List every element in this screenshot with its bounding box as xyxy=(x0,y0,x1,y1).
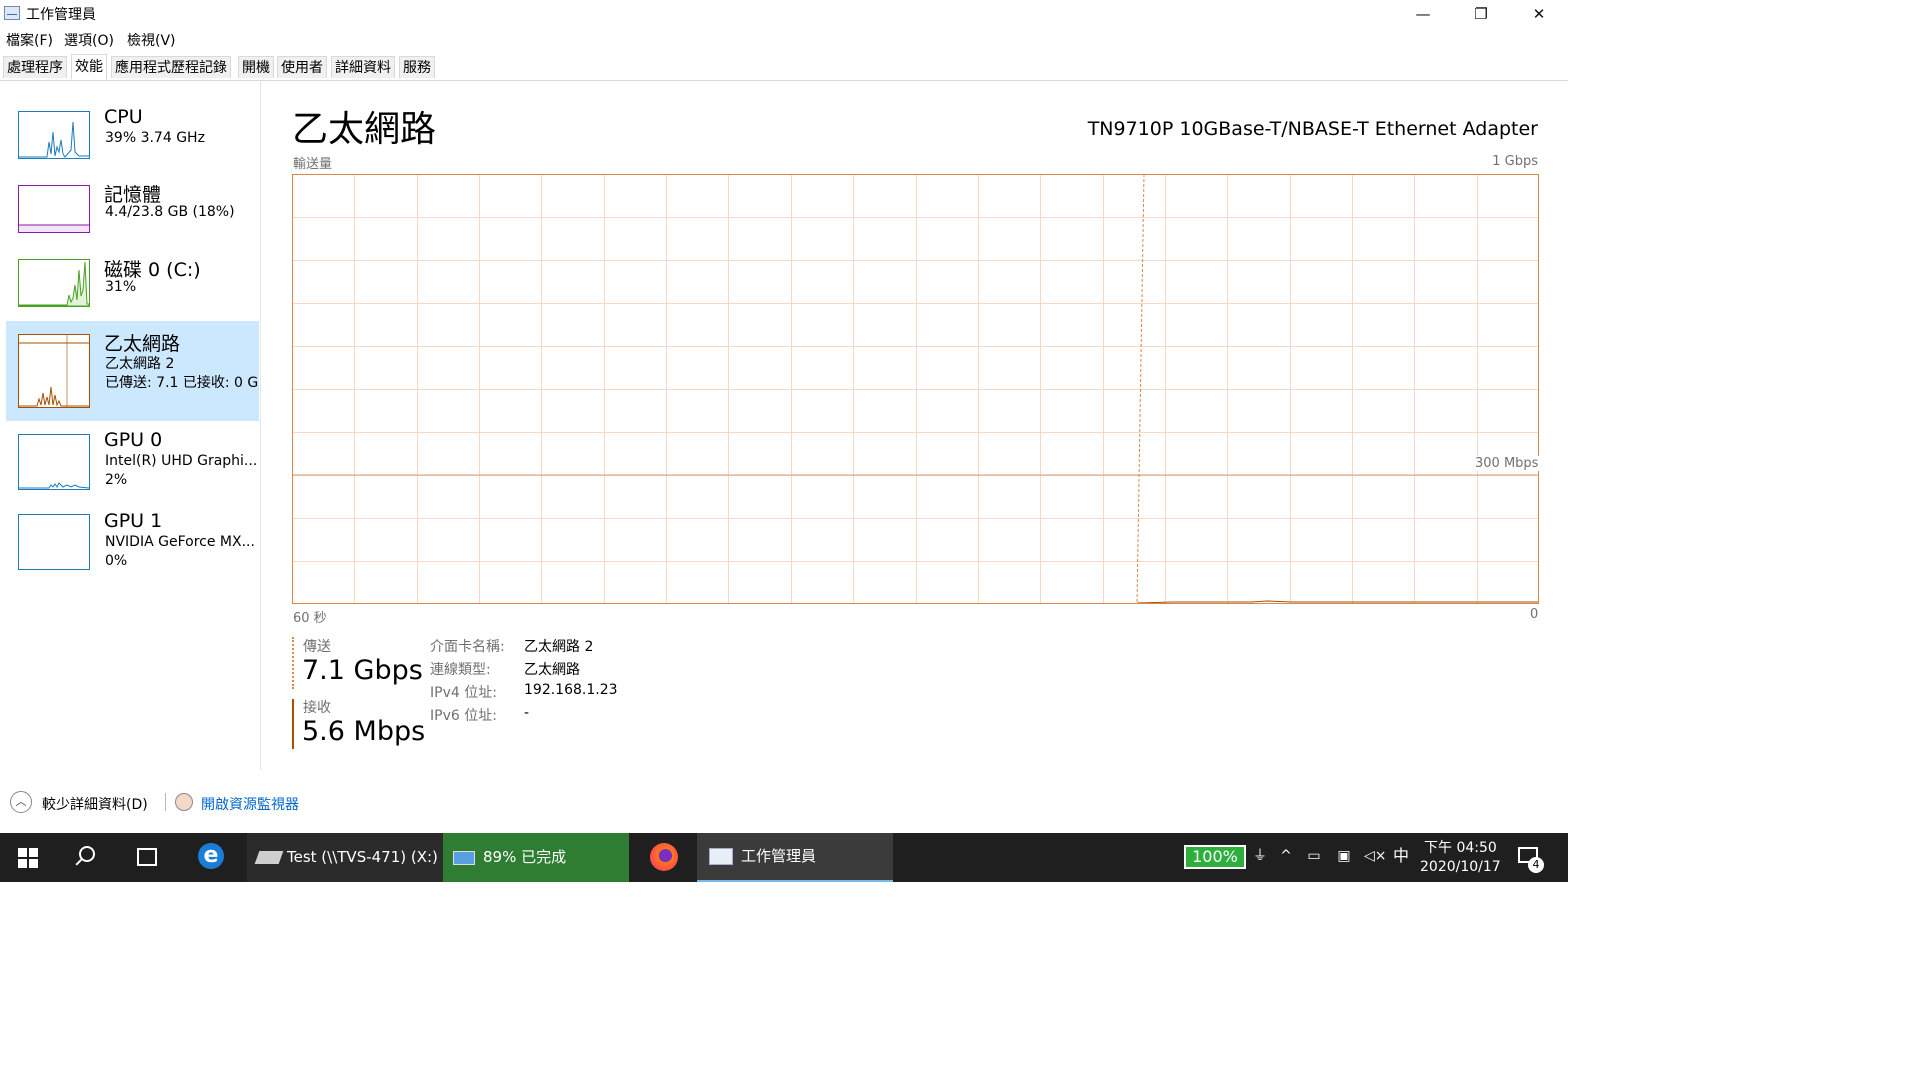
ethernet-traffic-text: 已傳送: 7.1 已接收: 0 G xyxy=(105,375,259,391)
gpu0-usage-text: 2% xyxy=(105,472,128,488)
ethernet-title: 乙太網路 xyxy=(104,333,181,355)
network-drive-icon xyxy=(254,851,284,864)
taskbar-copy-progress[interactable]: 89% 已完成 xyxy=(443,833,609,882)
title-bar xyxy=(0,0,1568,28)
send-legend-bar xyxy=(292,637,294,689)
gpu1-usage-text: 0% xyxy=(105,553,128,569)
search-icon[interactable] xyxy=(79,846,95,862)
resource-monitor-icon xyxy=(175,793,193,811)
tab-bar xyxy=(0,54,1568,81)
file-copy-icon xyxy=(453,851,475,865)
ethernet-adapter-name: 乙太網路 2 xyxy=(105,356,175,372)
menu-options[interactable]: 選項(O) xyxy=(64,30,114,50)
menu-view[interactable]: 檢視(V) xyxy=(127,30,176,50)
prop-connection-type-label: 連線類型: xyxy=(430,662,491,678)
task-manager-taskbar-label: 工作管理員 xyxy=(741,847,817,865)
close-button[interactable]: ✕ xyxy=(1510,0,1568,28)
network-drive-label: Test (\\TVS-471) (X:) xyxy=(287,848,438,866)
send-value: 7.1 Gbps xyxy=(302,655,423,686)
gpu1-thumbnail-graph xyxy=(18,514,90,570)
open-resource-monitor-link[interactable]: 開啟資源監視器 xyxy=(201,794,299,814)
adapter-name: TN9710P 10GBase-T/NBASE-T Ethernet Adapt… xyxy=(1087,118,1538,140)
windows-start-icon[interactable] xyxy=(18,848,38,868)
graph-time-right: 0 xyxy=(1530,607,1539,622)
cpu-thumbnail-graph xyxy=(18,111,90,159)
throughput-label: 輸送量 xyxy=(293,157,333,172)
maximize-button[interactable]: ❐ xyxy=(1452,0,1510,28)
notification-count-badge: 4 xyxy=(1528,857,1544,873)
receive-label: 接收 xyxy=(303,700,331,716)
graph-mid-label: 300 Mbps xyxy=(1474,456,1540,471)
page-title: 乙太網路 xyxy=(292,109,437,150)
task-view-icon[interactable] xyxy=(137,848,157,866)
footer-separator xyxy=(165,793,166,811)
tab-users[interactable]: 使用者 xyxy=(277,56,327,78)
disk-title: 磁碟 0 (C:) xyxy=(104,259,201,281)
clock-date[interactable]: 2020/10/17 xyxy=(1420,859,1501,875)
task-manager-app-icon xyxy=(4,6,20,20)
copy-progress-label: 89% 已完成 xyxy=(483,848,567,866)
cpu-title: CPU xyxy=(104,106,143,128)
disk-usage-text: 31% xyxy=(105,279,137,295)
tab-processes[interactable]: 處理程序 xyxy=(3,56,67,78)
task-manager-taskbar-icon xyxy=(709,848,733,865)
ethernet-thumbnail-graph xyxy=(18,334,90,408)
memory-thumbnail-graph xyxy=(18,185,90,233)
battery-percentage-badge[interactable]: 100% xyxy=(1184,845,1246,869)
prop-connection-type-value: 乙太網路 xyxy=(524,662,580,678)
volume-muted-icon[interactable]: ◁× xyxy=(1364,846,1387,866)
battery-icon[interactable]: ▭ xyxy=(1305,846,1323,866)
chevron-up-icon[interactable]: ︿ xyxy=(10,791,32,813)
prop-adapter-name-label: 介面卡名稱: xyxy=(430,639,505,655)
gpu0-thumbnail-graph xyxy=(18,434,90,490)
menu-file[interactable]: 檔案(F) xyxy=(6,30,53,50)
power-plug-icon[interactable]: ⏚ xyxy=(1251,846,1269,866)
prop-ipv4-label: IPv4 位址: xyxy=(430,685,497,701)
tab-startup[interactable]: 開機 xyxy=(238,56,274,78)
menu-bar xyxy=(0,28,1568,50)
minimize-button[interactable]: — xyxy=(1394,0,1452,28)
graph-time-left: 60 秒 xyxy=(293,611,327,626)
gpu0-title: GPU 0 xyxy=(104,429,163,451)
memory-usage-text: 4.4/23.8 GB (18%) xyxy=(105,204,235,220)
window-title: 工作管理員 xyxy=(26,7,96,23)
edge-browser-icon[interactable]: e xyxy=(198,843,224,869)
memory-title: 記憶體 xyxy=(104,184,162,206)
gpu1-model-text: NVIDIA GeForce MX... xyxy=(105,534,255,550)
prop-ipv6-label: IPv6 位址: xyxy=(430,708,497,724)
prop-ipv4-value: 192.168.1.23 xyxy=(524,682,618,698)
prop-adapter-name-value: 乙太網路 2 xyxy=(524,639,594,655)
tab-performance[interactable]: 效能 xyxy=(71,54,107,80)
firefox-icon[interactable] xyxy=(650,843,678,871)
gpu0-model-text: Intel(R) UHD Graphi... xyxy=(105,453,258,469)
graph-max-label: 1 Gbps xyxy=(1492,154,1538,169)
receive-value: 5.6 Mbps xyxy=(302,716,426,747)
send-label: 傳送 xyxy=(303,639,331,655)
fewer-details-button[interactable]: 較少詳細資料(D) xyxy=(42,794,148,814)
cpu-usage-text: 39% 3.74 GHz xyxy=(105,130,205,146)
taskbar-network-drive[interactable]: Test (\\TVS-471) (X:) xyxy=(247,833,443,882)
receive-trace xyxy=(1136,600,1539,604)
tab-services[interactable]: 服務 xyxy=(399,56,435,78)
taskbar-copy-progress-extension xyxy=(609,833,629,882)
tab-details[interactable]: 詳細資料 xyxy=(331,56,395,78)
throughput-graph xyxy=(292,173,1539,605)
prop-ipv6-value: - xyxy=(524,705,530,721)
throughput-graph-svg xyxy=(292,173,1539,605)
tab-app-history[interactable]: 應用程式歷程記錄 xyxy=(111,56,231,78)
taskbar-task-manager[interactable]: 工作管理員 xyxy=(697,833,893,882)
disk-thumbnail-graph xyxy=(18,259,90,307)
ime-indicator[interactable]: 中 xyxy=(1392,846,1410,866)
network-icon[interactable]: ▣ xyxy=(1335,846,1353,866)
receive-legend-bar xyxy=(292,699,294,749)
clock-time[interactable]: 下午 04:50 xyxy=(1424,837,1497,857)
chevron-up-tray-icon[interactable]: ^ xyxy=(1277,846,1295,866)
gpu1-title: GPU 1 xyxy=(104,510,163,532)
